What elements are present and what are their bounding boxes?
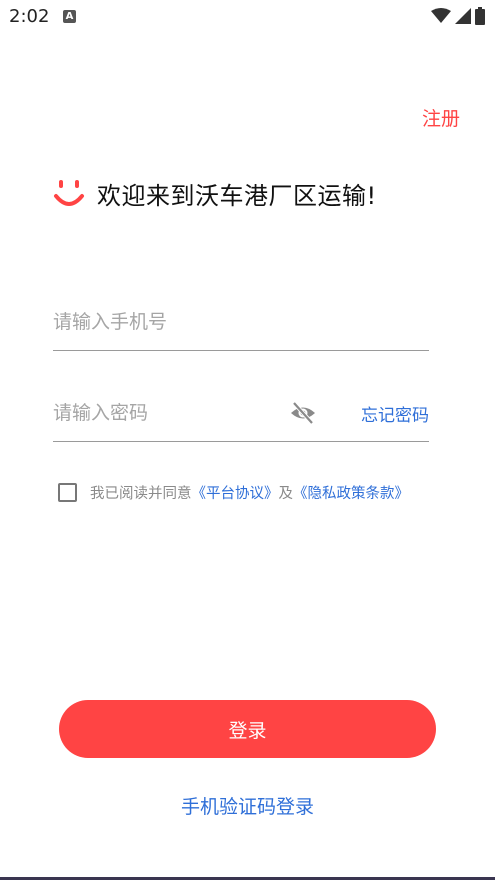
welcome-title: 欢迎来到沃车港厂区运输! (97, 182, 377, 210)
login-screen: 2:02 A 注册 欢迎来到沃车港厂区运输! 请输入手机号 忘记密码 我已阅读并… (0, 0, 495, 880)
status-bar: 2:02 A (0, 0, 495, 34)
eye-off-icon[interactable] (289, 399, 317, 427)
status-time: 2:02 (9, 6, 50, 27)
wifi-icon (431, 8, 451, 23)
register-link[interactable]: 注册 (422, 104, 460, 131)
forgot-password-link[interactable]: 忘记密码 (361, 401, 429, 426)
sms-login-label[interactable]: 手机验证码登录 (181, 796, 314, 818)
password-field: 忘记密码 (53, 393, 429, 442)
agreement-row: 我已阅读并同意 《平台协议》 及 《隐私政策条款》 (58, 482, 409, 503)
privacy-policy-link[interactable]: 《隐私政策条款》 (293, 482, 409, 503)
platform-agreement-link[interactable]: 《平台协议》 (192, 482, 279, 503)
phone-input[interactable] (53, 302, 273, 342)
agreement-prefix: 我已阅读并同意 (90, 486, 192, 502)
signal-icon (455, 8, 471, 24)
sms-login-link: 手机验证码登录 (0, 792, 495, 819)
agreement-checkbox[interactable] (58, 483, 77, 502)
login-button[interactable]: 登录 (59, 700, 436, 758)
welcome-banner: 欢迎来到沃车港厂区运输! (53, 176, 377, 211)
agreement-conjunction: 及 (278, 486, 294, 502)
notification-app-icon: A (63, 10, 76, 23)
status-icons (431, 6, 485, 26)
battery-icon (475, 7, 485, 25)
password-input[interactable] (53, 393, 273, 433)
phone-field (53, 302, 429, 351)
smile-icon (54, 179, 84, 206)
